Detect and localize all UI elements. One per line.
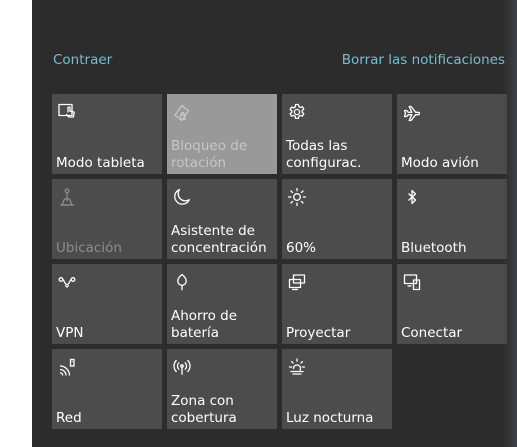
tile-label: Proyectar	[286, 325, 351, 341]
tile-label: Red	[56, 410, 82, 426]
vpn-icon	[57, 272, 77, 292]
quick-action-network[interactable]: Red	[52, 349, 162, 429]
quick-action-night-light[interactable]: Luz nocturna	[282, 349, 392, 429]
moon-icon	[172, 187, 192, 207]
settings-gear-icon	[287, 102, 307, 122]
tile-label: Ubicación	[56, 240, 122, 256]
battery-saver-icon	[172, 272, 192, 292]
quick-action-all-settings[interactable]: Todas las configurac.	[282, 94, 392, 174]
quick-action-airplane-mode[interactable]: Modo avión	[397, 94, 507, 174]
clear-notifications-link[interactable]: Borrar las notificaciones	[342, 52, 505, 68]
tablet-mode-icon	[57, 102, 77, 122]
tile-label: Zona con cobertura	[171, 393, 237, 426]
quick-action-tablet-mode[interactable]: Modo tableta	[52, 94, 162, 174]
quick-action-bluetooth[interactable]: Bluetooth	[397, 179, 507, 259]
quick-action-connect[interactable]: Conectar	[397, 264, 507, 344]
tile-label: Luz nocturna	[286, 410, 374, 426]
airplane-icon	[402, 102, 422, 122]
connect-icon	[402, 272, 422, 292]
bluetooth-icon	[402, 187, 422, 207]
quick-action-vpn[interactable]: VPN	[52, 264, 162, 344]
quick-action-brightness[interactable]: 60%	[282, 179, 392, 259]
action-center-panel: Contraer Borrar las notificaciones Modo …	[32, 0, 517, 447]
tile-label: VPN	[56, 325, 84, 341]
quick-action-project[interactable]: Proyectar	[282, 264, 392, 344]
quick-action-focus-assist[interactable]: Asistente de concentración	[167, 179, 277, 259]
quick-action-location[interactable]: Ubicación	[52, 179, 162, 259]
quick-actions-grid: Modo tableta Bloqueo de rotación Todas l…	[52, 94, 507, 429]
tile-label: Asistente de concentración	[171, 223, 267, 256]
tile-label: Modo avión	[401, 155, 479, 171]
project-icon	[287, 272, 307, 292]
tile-label: Bloqueo de rotación	[171, 138, 248, 171]
location-icon	[57, 187, 77, 207]
quick-action-rotation-lock[interactable]: Bloqueo de rotación	[167, 94, 277, 174]
quick-action-battery-saver[interactable]: Ahorro de batería	[167, 264, 277, 344]
tile-label: Conectar	[401, 325, 463, 341]
action-center-header: Contraer Borrar las notificaciones	[32, 50, 517, 74]
brightness-icon	[287, 187, 307, 207]
night-light-icon	[287, 357, 307, 377]
quick-action-mobile-hotspot[interactable]: Zona con cobertura	[167, 349, 277, 429]
collapse-link[interactable]: Contraer	[53, 52, 112, 68]
tile-label: Todas las configurac.	[286, 138, 362, 171]
tile-label: 60%	[286, 240, 317, 256]
network-icon	[57, 357, 77, 377]
tile-label: Ahorro de batería	[171, 308, 238, 341]
tile-label: Modo tableta	[56, 155, 145, 171]
hotspot-icon	[172, 357, 192, 377]
tile-label: Bluetooth	[401, 240, 467, 256]
rotation-lock-icon	[172, 102, 192, 122]
